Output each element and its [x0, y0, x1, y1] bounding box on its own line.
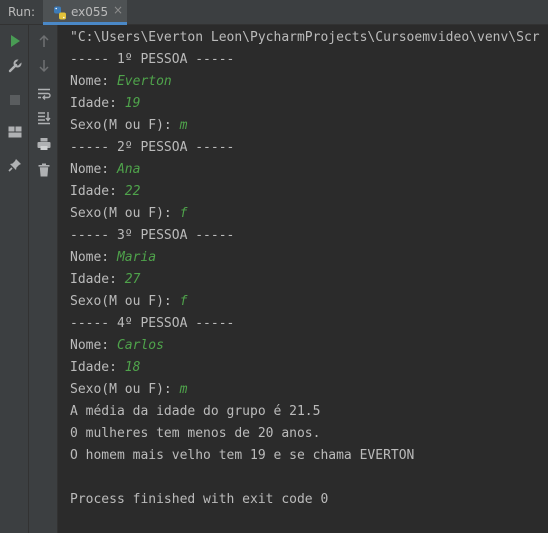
age-prompt-line: Idade: 27 [70, 269, 140, 291]
name-input: Ana [116, 162, 141, 177]
age-input: 22 [124, 184, 141, 199]
name-prompt-line: Nome: Maria [70, 247, 156, 269]
name-label: Nome: [70, 250, 117, 265]
run-toolbar-primary [0, 25, 29, 533]
sex-prompt-line: Sexo(M ou F): m [70, 379, 187, 401]
wrench-icon[interactable] [6, 57, 23, 74]
age-input: 27 [124, 272, 141, 287]
sex-label: Sexo(M ou F): [70, 118, 180, 133]
scroll-up-icon[interactable] [35, 32, 52, 49]
name-prompt-line: Nome: Ana [70, 159, 140, 181]
run-toolbar-secondary [29, 25, 58, 533]
sex-prompt-line: Sexo(M ou F): m [70, 115, 187, 137]
name-input: Everton [116, 74, 172, 89]
sex-input: m [179, 118, 188, 133]
result-women-count: 0 mulheres tem menos de 20 anos. [70, 426, 321, 441]
console-output[interactable]: "C:\Users\Everton Leon\PycharmProjects\C… [58, 25, 548, 533]
sex-label: Sexo(M ou F): [70, 294, 180, 309]
age-label: Idade: [70, 272, 125, 287]
name-label: Nome: [70, 162, 117, 177]
age-label: Idade: [70, 184, 125, 199]
age-prompt-line: Idade: 22 [70, 181, 140, 203]
sex-label: Sexo(M ou F): [70, 206, 180, 221]
age-input: 19 [124, 96, 141, 111]
name-label: Nome: [70, 74, 117, 89]
print-icon[interactable] [35, 135, 52, 152]
python-file-icon [53, 5, 67, 20]
close-tab-icon[interactable]: × [113, 3, 123, 17]
age-label: Idade: [70, 360, 125, 375]
layout-icon[interactable] [6, 123, 23, 140]
person-header: ----- 2º PESSOA ----- [70, 140, 235, 155]
sex-prompt-line: Sexo(M ou F): f [70, 203, 187, 225]
sex-input: m [179, 382, 188, 397]
name-label: Nome: [70, 338, 117, 353]
result-average-age: A média da idade do grupo é 21.5 [70, 404, 321, 419]
trash-icon[interactable] [35, 161, 52, 178]
sex-label: Sexo(M ou F): [70, 382, 180, 397]
pin-icon[interactable] [6, 156, 23, 173]
age-prompt-line: Idade: 18 [70, 357, 140, 379]
tab-label: ex055 [71, 5, 109, 19]
console-command-line: "C:\Users\Everton Leon\PycharmProjects\C… [70, 30, 540, 45]
rerun-icon[interactable] [6, 32, 23, 49]
run-tool-window: Run: ex055 × "C:\Users\Everton Leon\Pych… [0, 0, 548, 533]
age-prompt-line: Idade: 19 [70, 93, 140, 115]
run-label: Run: [8, 5, 36, 19]
name-prompt-line: Nome: Carlos [70, 335, 164, 357]
person-header: ----- 3º PESSOA ----- [70, 228, 235, 243]
sex-input: f [179, 294, 188, 309]
soft-wrap-icon[interactable] [35, 85, 52, 102]
scroll-down-icon[interactable] [35, 57, 52, 74]
run-tab-ex055[interactable]: ex055 × [43, 0, 127, 25]
sex-prompt-line: Sexo(M ou F): f [70, 291, 187, 313]
age-input: 18 [124, 360, 141, 375]
process-exit-message: Process finished with exit code 0 [70, 492, 329, 507]
age-label: Idade: [70, 96, 125, 111]
result-oldest-man: O homem mais velho tem 19 e se chama EVE… [70, 448, 415, 463]
person-header: ----- 1º PESSOA ----- [70, 52, 235, 67]
sex-input: f [179, 206, 188, 221]
run-tab-bar: Run: ex055 × [0, 0, 548, 25]
name-input: Maria [116, 250, 157, 265]
stop-icon[interactable] [6, 91, 23, 108]
scroll-to-end-icon[interactable] [35, 109, 52, 126]
name-prompt-line: Nome: Everton [70, 71, 172, 93]
name-input: Carlos [116, 338, 164, 353]
person-header: ----- 4º PESSOA ----- [70, 316, 235, 331]
